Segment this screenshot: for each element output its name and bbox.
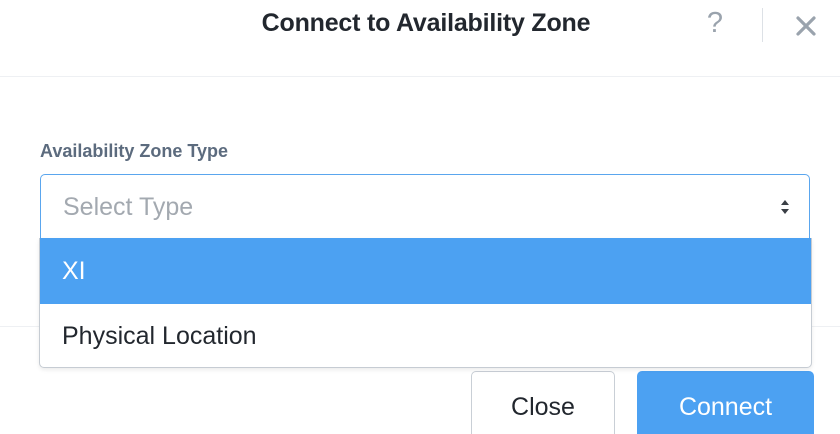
availability-zone-type-select[interactable]: Select Type [40, 174, 810, 238]
option-xi[interactable]: XI [40, 238, 811, 304]
close-button[interactable]: Close [471, 371, 615, 434]
option-physical-location[interactable]: Physical Location [40, 304, 811, 368]
connect-button[interactable]: Connect [637, 371, 814, 434]
dialog-header: Connect to Availability Zone ? [0, 0, 840, 77]
header-divider [762, 8, 763, 42]
connect-az-dialog: Connect to Availability Zone ? Availabil… [0, 0, 840, 434]
select-arrows-icon [779, 197, 791, 217]
select-placeholder: Select Type [63, 193, 194, 221]
availability-zone-type-label: Availability Zone Type [40, 141, 229, 161]
close-icon[interactable] [790, 10, 822, 42]
help-icon[interactable]: ? [700, 7, 730, 43]
type-dropdown-menu: XI Physical Location [39, 238, 812, 368]
